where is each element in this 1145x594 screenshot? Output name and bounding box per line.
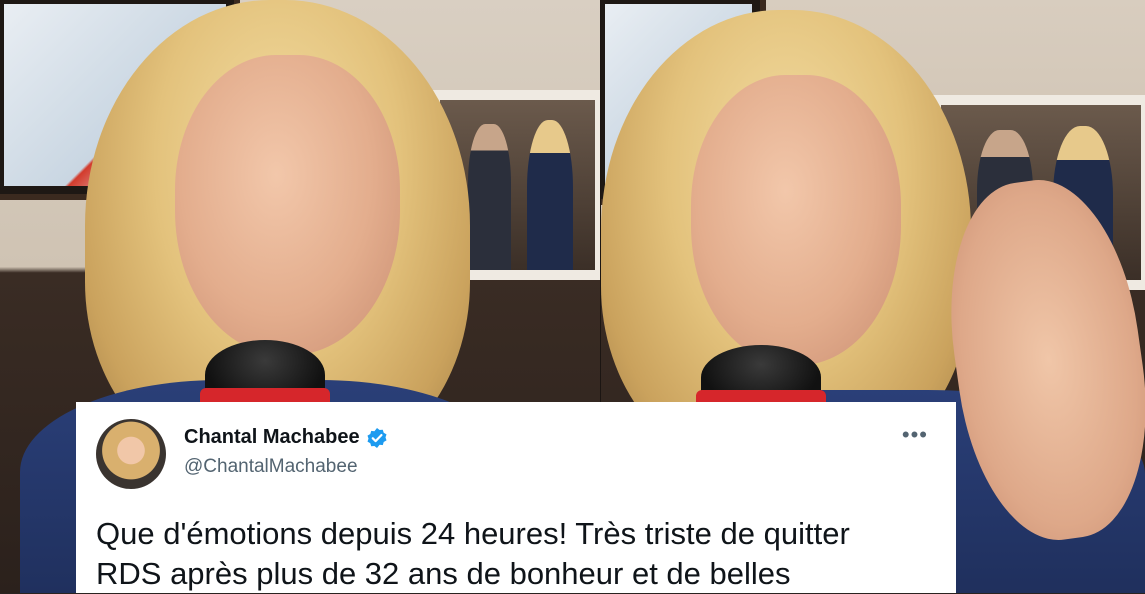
verified-badge-icon — [366, 427, 388, 449]
display-name[interactable]: Chantal Machabee — [184, 426, 360, 449]
author-row: Chantal Machabee — [184, 426, 388, 449]
user-handle[interactable]: @ChantalMachabee — [184, 456, 358, 478]
tweet-text-line: Que d'émotions depuis 24 heures! Très tr… — [96, 516, 850, 551]
avatar[interactable] — [96, 419, 166, 489]
tweet-text: Que d'émotions depuis 24 heures! Très tr… — [96, 514, 946, 594]
tweet-card[interactable]: Chantal Machabee @ChantalMachabee ••• Qu… — [76, 402, 956, 593]
tweet-text-line: RDS après plus de 32 ans de bonheur et d… — [96, 556, 791, 591]
more-horizontal-icon[interactable]: ••• — [902, 424, 928, 446]
